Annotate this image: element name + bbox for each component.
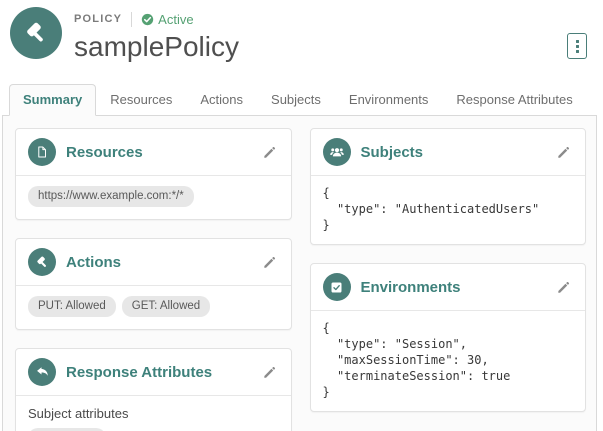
edit-environments-button[interactable]: [554, 278, 573, 297]
action-tag: GET: Allowed: [121, 296, 211, 317]
tab-actions[interactable]: Actions: [186, 84, 257, 116]
status-text: Active: [158, 11, 194, 27]
resources-card-title: Resources: [66, 143, 143, 161]
environments-json: { "type": "Session", "maxSessionTime": 3…: [322, 321, 511, 399]
actions-card-title: Actions: [66, 253, 122, 271]
tab-summary[interactable]: Summary: [9, 84, 97, 116]
subject-attributes-label: Subject attributes: [28, 406, 129, 421]
tab-resources[interactable]: Resources: [96, 84, 186, 116]
resource-tag: https://www.example.com:*/*: [28, 186, 194, 207]
kebab-menu-button[interactable]: [567, 33, 587, 59]
gavel-icon: [23, 20, 50, 47]
policy-header: POLICY Active samplePolicy: [0, 0, 603, 84]
page-title: samplePolicy: [74, 31, 239, 62]
subjects-card-title: Subjects: [360, 143, 424, 161]
pencil-icon: [556, 280, 571, 295]
resources-card: Resources https://www.example.com:*/*: [15, 128, 292, 220]
subjects-json: { "type": "AuthenticatedUsers" }: [322, 186, 540, 232]
header-divider: [131, 11, 133, 27]
pencil-icon: [556, 145, 571, 160]
pencil-icon: [262, 145, 277, 160]
left-column: Resources https://www.example.com:*/* Ac…: [15, 128, 292, 431]
kebab-menu-icon: [575, 39, 579, 53]
action-tag: PUT: Allowed: [28, 296, 116, 317]
response-attributes-card-title: Response Attributes: [66, 363, 213, 381]
policy-avatar: [10, 7, 62, 59]
pencil-icon: [262, 365, 277, 380]
file-icon: [28, 138, 56, 166]
tab-bar: Summary Resources Actions Subjects Envir…: [2, 84, 597, 116]
status-badge: Active: [141, 11, 194, 27]
edit-subjects-button[interactable]: [554, 143, 573, 162]
subjects-card: Subjects { "type": "AuthenticatedUsers" …: [309, 128, 586, 245]
header-text: POLICY Active samplePolicy: [74, 7, 239, 63]
check-square-icon: [322, 273, 351, 301]
entity-type-label: POLICY: [74, 13, 123, 25]
tab-subjects[interactable]: Subjects: [257, 84, 335, 116]
check-circle-icon: [141, 13, 154, 26]
response-attributes-card: Response Attributes Subject attributes: [15, 348, 292, 431]
edit-actions-button[interactable]: [260, 253, 279, 272]
pencil-icon: [262, 255, 277, 270]
tab-shell: Summary Resources Actions Subjects Envir…: [2, 84, 597, 431]
tab-environments[interactable]: Environments: [335, 84, 442, 116]
gavel-icon: [28, 248, 56, 276]
environments-card-title: Environments: [360, 278, 461, 296]
actions-card: Actions PUT: Allowed GET: Allowed: [15, 238, 292, 330]
edit-resources-button[interactable]: [260, 143, 279, 162]
tab-response-attributes[interactable]: Response Attributes: [442, 84, 586, 116]
users-icon: [322, 138, 351, 166]
reply-icon: [28, 358, 56, 386]
right-column: Subjects { "type": "AuthenticatedUsers" …: [309, 128, 586, 431]
environments-card: Environments { "type": "Session", "maxSe…: [309, 263, 586, 412]
summary-tab-content: Resources https://www.example.com:*/* Ac…: [2, 116, 597, 431]
edit-response-attributes-button[interactable]: [260, 363, 279, 382]
